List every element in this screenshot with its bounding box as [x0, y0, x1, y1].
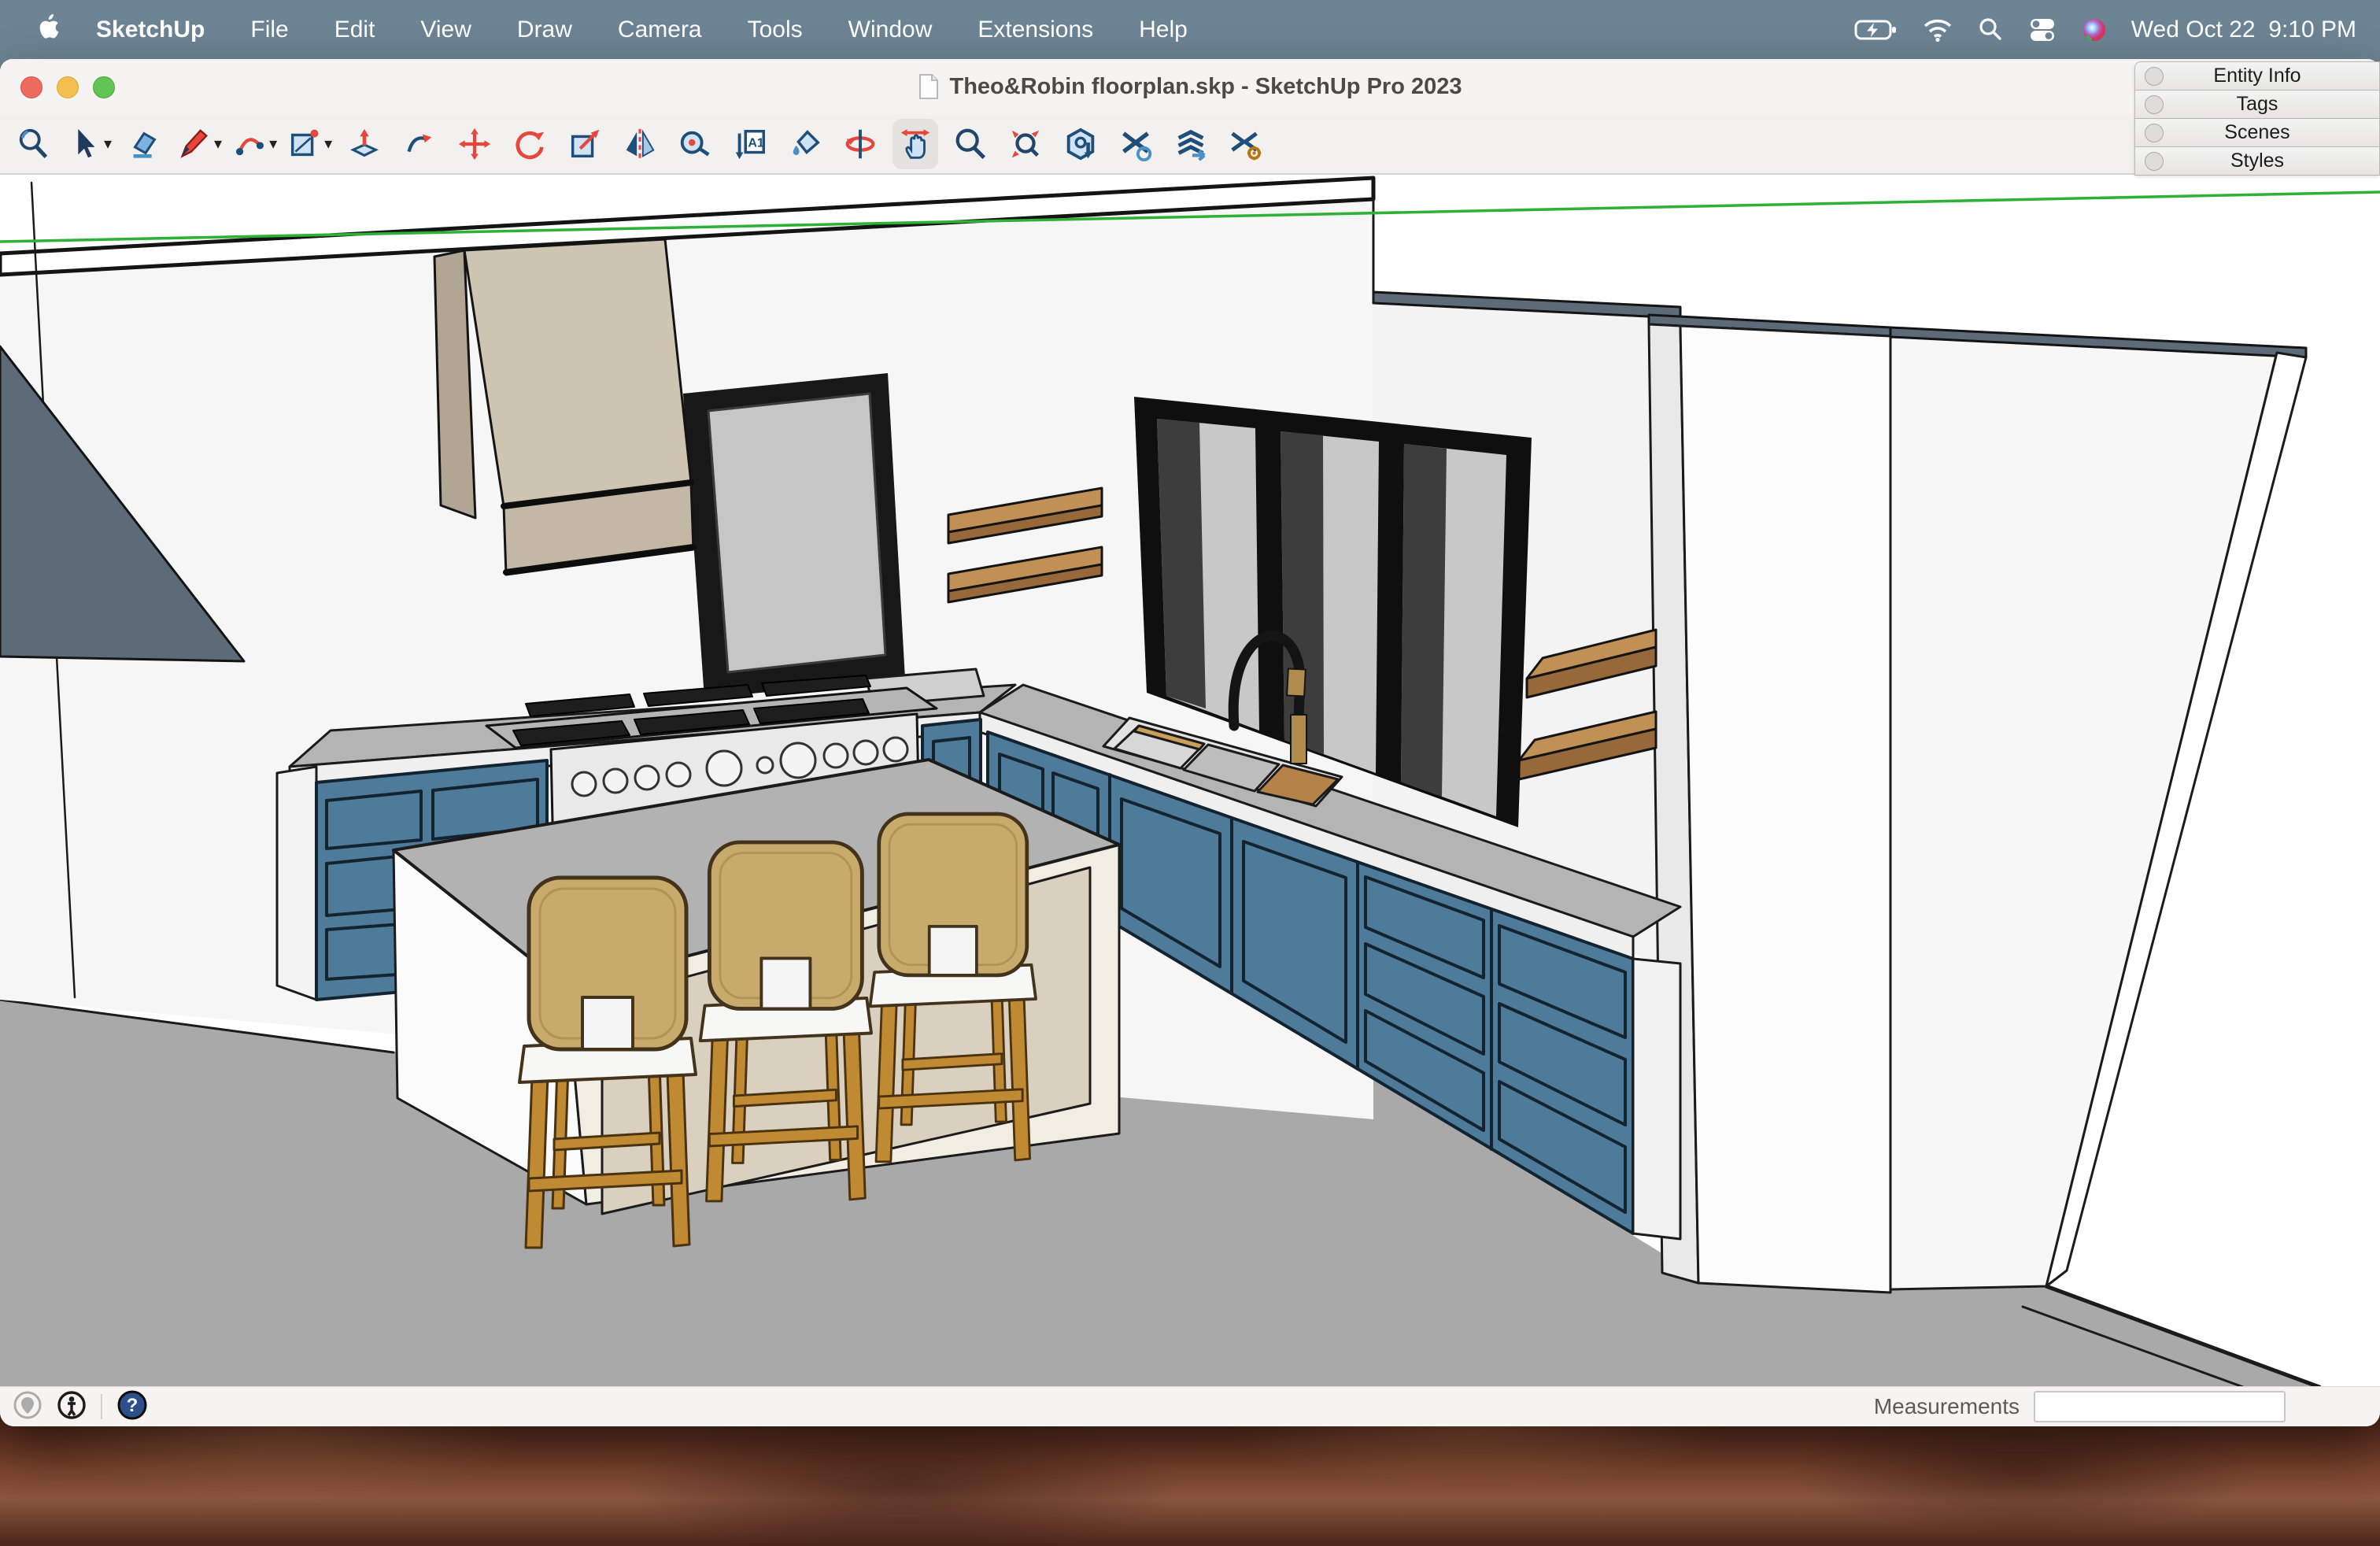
measurements-label: Measurements: [1874, 1394, 2020, 1419]
dropdown-caret-icon[interactable]: ▾: [214, 134, 222, 153]
pan-icon: [897, 126, 933, 162]
extension-b-icon: [1118, 126, 1154, 162]
text-tool[interactable]: [727, 119, 773, 169]
follow-me-tool[interactable]: [397, 119, 442, 169]
menu-item-window[interactable]: Window: [831, 17, 950, 43]
menu-item-sketchup[interactable]: SketchUp: [79, 17, 222, 43]
orbit-tool[interactable]: [837, 119, 883, 169]
status-bar: ? Measurements: [0, 1386, 2380, 1426]
menu-item-view[interactable]: View: [403, 17, 488, 43]
pantry-column: [1649, 315, 1890, 1293]
move-tool[interactable]: [452, 119, 497, 169]
extension-d-tool[interactable]: [1223, 119, 1269, 169]
orbit-icon: [842, 126, 878, 162]
dropdown-caret-icon[interactable]: ▾: [269, 134, 277, 153]
extension-c-icon: [1173, 126, 1209, 162]
status-divider: [101, 1394, 102, 1419]
rotate-tool[interactable]: [507, 119, 552, 169]
title-bar: Theo&Robin floorplan.skp - SketchUp Pro …: [0, 59, 2380, 114]
pan-tool[interactable]: [893, 119, 938, 169]
arc-icon: [231, 126, 268, 162]
paint-bucket-tool[interactable]: [782, 119, 828, 169]
menu-item-help[interactable]: Help: [1122, 17, 1205, 43]
toolbar: ▾ ▾ ▾ ▾: [0, 114, 2380, 175]
eraser-icon: [126, 126, 162, 162]
menu-item-draw[interactable]: Draw: [500, 17, 589, 43]
scale-tool[interactable]: [562, 119, 608, 169]
zoom-icon: [952, 126, 989, 162]
line-tool[interactable]: ▾: [176, 119, 222, 169]
rotate-icon: [512, 126, 548, 162]
document-icon: [918, 73, 939, 100]
extension-c-tool[interactable]: [1168, 119, 1214, 169]
eraser-tool[interactable]: [121, 119, 167, 169]
rectangle-icon: [286, 126, 323, 162]
paint-bucket-icon: [787, 126, 823, 162]
extension-d-icon: [1228, 126, 1264, 162]
arc-tool[interactable]: ▾: [231, 119, 277, 169]
side-window: [683, 373, 905, 698]
zoom-extents-tool[interactable]: [1003, 119, 1048, 169]
menu-bar-clock[interactable]: Wed Oct 22 9:10 PM: [2131, 17, 2356, 43]
battery-charging-icon[interactable]: [1854, 18, 1898, 42]
viewport-canvas[interactable]: [0, 175, 2380, 1387]
line-icon: [176, 126, 213, 162]
follow-me-icon: [401, 126, 438, 162]
search-icon: [16, 126, 52, 162]
menu-item-edit[interactable]: Edit: [317, 17, 393, 43]
search-tool[interactable]: [11, 119, 57, 169]
tape-measure-tool[interactable]: [672, 119, 718, 169]
scale-icon: [567, 126, 603, 162]
menu-items: SketchUp File Edit View Draw Camera Tool…: [0, 13, 1205, 46]
panel-scenes[interactable]: Scenes: [2134, 119, 2380, 147]
zoom-extents-icon: [1007, 126, 1044, 162]
dropdown-caret-icon[interactable]: ▾: [104, 134, 112, 153]
text-icon: [732, 126, 768, 162]
window-title: Theo&Robin floorplan.skp - SketchUp Pro …: [950, 74, 1462, 100]
menu-item-extensions[interactable]: Extensions: [960, 17, 1111, 43]
rectangle-tool[interactable]: ▾: [286, 119, 332, 169]
select-tool[interactable]: ▾: [66, 119, 112, 169]
extension-b-tool[interactable]: [1113, 119, 1159, 169]
accessibility-icon[interactable]: [57, 1390, 87, 1424]
tape-measure-icon: [677, 126, 713, 162]
extension-a-icon: [1062, 126, 1099, 162]
sketchup-window: Theo&Robin floorplan.skp - SketchUp Pro …: [0, 59, 2380, 1426]
geolocation-icon[interactable]: [13, 1390, 42, 1424]
panel-styles[interactable]: Styles: [2134, 147, 2380, 176]
spotlight-search-icon[interactable]: [1977, 17, 2004, 43]
menu-bar: SketchUp File Edit View Draw Camera Tool…: [0, 0, 2380, 59]
push-pull-tool[interactable]: [342, 119, 387, 169]
measurements-input[interactable]: [2034, 1391, 2286, 1422]
svg-text:?: ?: [127, 1395, 139, 1416]
apple-menu[interactable]: [28, 13, 68, 46]
panel-entity-info[interactable]: Entity Info: [2134, 61, 2380, 91]
menu-item-camera[interactable]: Camera: [601, 17, 719, 43]
panel-tags[interactable]: Tags: [2134, 91, 2380, 119]
wifi-icon[interactable]: [1922, 17, 1953, 43]
flip-tool[interactable]: [617, 119, 663, 169]
menu-item-file[interactable]: File: [233, 17, 305, 43]
right-wall: [1890, 327, 2306, 1289]
select-icon: [66, 126, 102, 162]
zoom-tool[interactable]: [948, 119, 993, 169]
extension-a-tool[interactable]: [1058, 119, 1103, 169]
move-icon: [456, 126, 493, 162]
help-icon[interactable]: ?: [116, 1389, 148, 1425]
push-pull-icon: [346, 126, 382, 162]
panel-tray: Entity Info Tags Scenes Styles: [2134, 61, 2380, 176]
apple-logo-icon: [36, 13, 60, 40]
menu-item-tools[interactable]: Tools: [730, 17, 820, 43]
dropdown-caret-icon[interactable]: ▾: [324, 134, 332, 153]
control-center-icon[interactable]: [2027, 17, 2057, 43]
flip-icon: [622, 126, 658, 162]
siri-icon[interactable]: [2081, 17, 2108, 43]
